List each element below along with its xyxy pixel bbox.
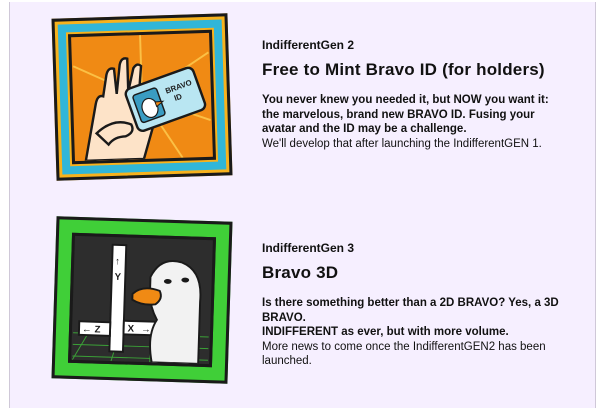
description-plain-line: More news to come once the IndifferentGE…: [262, 340, 546, 353]
description-bold-line: You never knew you needed it, but NOW yo…: [262, 94, 549, 106]
svg-text:↑: ↑: [115, 256, 120, 267]
card-description: You never knew you needed it, but NOW yo…: [262, 93, 592, 151]
svg-text:→: →: [141, 324, 151, 335]
svg-text:X: X: [127, 324, 134, 335]
illustration-canvas: BRAVO ID: [67, 29, 217, 165]
description-plain-line: We'll develop that after launching the I…: [262, 137, 542, 150]
svg-text:Y: Y: [114, 272, 121, 283]
description-bold-line: INDIFFERENT as ever, but with more volum…: [262, 326, 509, 338]
bravo-3d-illustration: ↑ Y X → ← Z: [51, 216, 233, 384]
description-bold-line: BRAVO.: [262, 311, 306, 324]
hand-holding-id-art: BRAVO ID: [72, 35, 211, 162]
card-description: Is there something better than a 2D BRAV…: [262, 296, 592, 369]
bravo-id-illustration: BRAVO ID: [51, 13, 233, 181]
card-title: Free to Mint Bravo ID (for holders): [262, 60, 545, 79]
illustration-canvas: ↑ Y X → ← Z: [67, 232, 217, 368]
svg-text:Z: Z: [94, 324, 100, 335]
content-panel: BRAVO ID IndifferentGen 2 Free to Mint B…: [9, 2, 596, 408]
svg-text:←: ←: [82, 324, 92, 335]
card-kicker: IndifferentGen 3: [262, 241, 355, 255]
card-text-block: IndifferentGen 2 Free to Mint Bravo ID (…: [262, 38, 592, 151]
card-text-block: IndifferentGen 3 Bravo 3D Is there somet…: [262, 241, 592, 369]
description-bold-line: the marvelous, brand new BRAVO ID. Fusin…: [262, 108, 535, 121]
card-kicker: IndifferentGen 2: [262, 38, 355, 52]
description-plain-line: launched.: [262, 355, 312, 367]
description-bold-line: avatar and the ID may be a challenge.: [262, 123, 467, 135]
description-bold-line: Is there something better than a 2D BRAV…: [262, 297, 559, 309]
card-title: Bravo 3D: [262, 263, 339, 282]
3d-axes-duck-art: ↑ Y X → ← Z: [71, 243, 209, 365]
